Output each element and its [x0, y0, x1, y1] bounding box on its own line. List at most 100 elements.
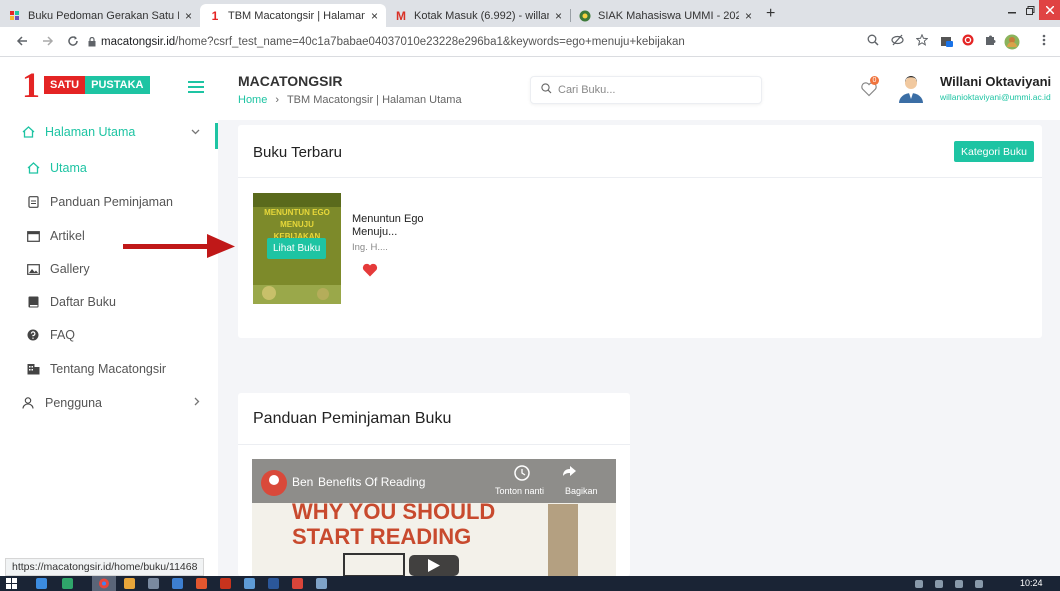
app-icon[interactable] — [148, 578, 159, 589]
tray-icon[interactable] — [935, 580, 943, 588]
ie-icon[interactable] — [36, 578, 47, 589]
page-title: MACATONGSIR — [238, 73, 343, 89]
restore-icon[interactable] — [1021, 0, 1039, 20]
site-logo[interactable]: 1 SATU PUSTAKA — [22, 67, 150, 103]
url-field[interactable]: macatongsir.id/home?csrf_test_name=40c1a… — [101, 36, 685, 48]
profile-avatar-icon[interactable] — [1004, 34, 1020, 53]
breadcrumb: Home › TBM Macatongsir | Halaman Utama — [238, 94, 462, 106]
start-icon[interactable] — [6, 578, 17, 589]
app-icon[interactable] — [292, 578, 303, 589]
back-icon[interactable] — [16, 34, 28, 50]
chrome-menu-icon[interactable] — [1042, 34, 1046, 49]
chevron-down-icon — [191, 126, 200, 138]
sidebar-item-label: Gallery — [50, 262, 90, 276]
sidebar-item-utama[interactable]: Utama — [0, 155, 218, 181]
sidebar: 1 SATU PUSTAKA Halaman Utama Utama Pandu… — [0, 57, 218, 576]
tab-title: Kotak Masuk (6.992) - willaniokta — [414, 9, 549, 22]
video-overlay-title[interactable]: Benefits Of Reading — [318, 475, 425, 489]
search-input[interactable] — [558, 84, 738, 96]
tab-close-icon[interactable]: × — [185, 9, 192, 23]
search-box[interactable] — [530, 76, 762, 104]
chrome-taskbar-icon[interactable] — [92, 576, 116, 591]
user-email: willanioktaviyani@ummi.ac.id — [940, 92, 1051, 102]
app-icon[interactable] — [124, 578, 135, 589]
breadcrumb-home-link[interactable]: Home — [238, 94, 267, 106]
watch-later-label[interactable]: Tonton nanti — [495, 486, 544, 496]
app-icon[interactable] — [196, 578, 207, 589]
book-title[interactable]: Menuntun Ego Menuju... — [352, 213, 432, 239]
sidebar-group-pengguna[interactable]: Pengguna — [0, 390, 218, 416]
sidebar-item-label: Daftar Buku — [50, 295, 117, 309]
tray-icon[interactable] — [975, 580, 983, 588]
active-indicator — [215, 123, 218, 149]
app-icon[interactable] — [316, 578, 327, 589]
sidebar-group-halaman-utama[interactable]: Halaman Utama — [0, 119, 218, 145]
app-icon[interactable] — [62, 578, 73, 589]
gmail-favicon-icon: M — [396, 8, 406, 23]
tab-title: Buku Pedoman Gerakan Satu Pu — [28, 9, 179, 22]
hamburger-menu-icon[interactable] — [188, 81, 204, 93]
notification-badge: 0 — [870, 76, 879, 85]
tab-close-icon[interactable]: × — [371, 9, 378, 23]
sidebar-group-label: Halaman Utama — [45, 125, 136, 139]
tray-icon[interactable] — [915, 580, 923, 588]
video-player[interactable]: Ben Benefits Of Reading WHY YOU SHOULD S… — [252, 459, 616, 576]
tab-title: SIAK Mahasiswa UMMI - 2020 — [598, 9, 739, 22]
extension-icon[interactable] — [940, 34, 954, 51]
forward-icon[interactable] — [42, 34, 54, 50]
sidebar-item-label: Panduan Peminjaman — [50, 195, 173, 209]
sidebar-item-panduan-peminjaman[interactable]: Panduan Peminjaman — [0, 189, 218, 215]
browser-tab[interactable]: M Kotak Masuk (6.992) - willaniokta × — [386, 4, 570, 27]
kategori-buku-button[interactable]: Kategori Buku — [954, 141, 1034, 162]
browser-tab[interactable]: SIAK Mahasiswa UMMI - 2020 × — [570, 4, 760, 27]
top-header: MACATONGSIR Home › TBM Macatongsir | Hal… — [218, 57, 1060, 120]
minimize-icon[interactable] — [1003, 0, 1021, 20]
building-icon — [26, 362, 40, 376]
taskbar-clock[interactable]: 10:24 — [1020, 578, 1043, 588]
app-icon[interactable] — [172, 578, 183, 589]
lock-icon[interactable] — [88, 36, 96, 47]
favorite-heart-icon[interactable] — [362, 263, 378, 277]
user-name[interactable]: Willani Oktaviyani — [940, 74, 1051, 89]
divider — [238, 444, 630, 445]
browser-tab[interactable]: Buku Pedoman Gerakan Satu Pu × — [0, 4, 200, 27]
sidebar-item-label: Tentang Macatongsir — [50, 362, 167, 376]
chevron-right-icon — [194, 397, 200, 409]
puzzle-icon[interactable] — [984, 34, 996, 49]
eye-off-icon[interactable] — [891, 34, 904, 49]
document-icon — [26, 195, 40, 209]
sidebar-item-faq[interactable]: FAQ — [0, 322, 218, 348]
close-window-icon[interactable] — [1039, 0, 1060, 20]
windows-taskbar: 10:24 — [0, 576, 1060, 591]
reload-icon[interactable] — [67, 34, 79, 50]
app-icon[interactable] — [244, 578, 255, 589]
help-icon — [26, 328, 40, 342]
lihat-buku-button[interactable]: Lihat Buku — [267, 238, 327, 259]
tab-close-icon[interactable]: × — [555, 9, 562, 23]
new-tab-button[interactable]: + — [766, 5, 775, 23]
user-avatar[interactable] — [898, 75, 924, 103]
browser-status-url: https://macatongsir.id/home/buku/11468 — [5, 558, 205, 576]
tab-title: TBM Macatongsir | Halaman Uta — [228, 9, 365, 22]
guide-card: Panduan Peminjaman Buku Ben Benefits Of … — [238, 393, 630, 576]
app-icon[interactable] — [220, 578, 231, 589]
zoom-icon[interactable] — [867, 34, 879, 49]
tray-icon[interactable] — [955, 580, 963, 588]
share-label[interactable]: Bagikan — [565, 486, 598, 496]
image-icon — [26, 262, 40, 276]
search-icon — [541, 83, 552, 97]
adblock-icon[interactable] — [962, 34, 974, 49]
section-title: Buku Terbaru — [253, 144, 342, 161]
book-cover[interactable]: MENUNTUN EGO MENUJU KEBIJAKAN Lihat Buku — [253, 193, 341, 304]
sidebar-item-gallery[interactable]: Gallery — [0, 256, 218, 282]
star-icon[interactable] — [915, 33, 929, 49]
book-author: Ing. H.... — [352, 242, 388, 253]
home-icon — [21, 125, 35, 139]
sidebar-item-label: Artikel — [50, 229, 85, 243]
sidebar-item-daftar-buku[interactable]: Daftar Buku — [0, 289, 218, 315]
section-title: Panduan Peminjaman Buku — [253, 410, 452, 427]
sidebar-item-tentang[interactable]: Tentang Macatongsir — [0, 356, 218, 382]
browser-tab-active[interactable]: 1 TBM Macatongsir | Halaman Uta × — [200, 4, 386, 27]
tab-close-icon[interactable]: × — [745, 9, 752, 23]
word-icon[interactable] — [268, 578, 279, 589]
